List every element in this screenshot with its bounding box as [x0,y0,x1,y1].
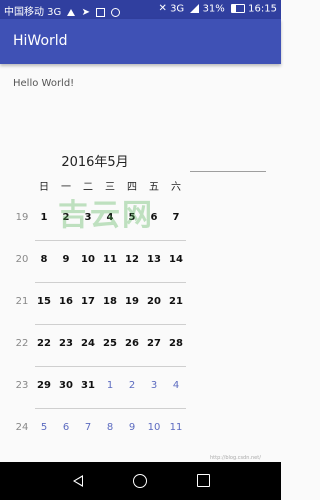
calendar-day[interactable]: 11 [100,254,120,265]
calendar-day[interactable]: 9 [56,254,76,265]
calendar-day[interactable]: 19 [122,296,142,307]
weekday-fri: 五 [149,182,159,193]
weekday-sun: 日 [39,182,49,193]
calendar-day[interactable]: 20 [144,296,164,307]
calendar-day[interactable]: 11 [166,422,186,433]
calendar-day[interactable]: 24 [78,338,98,349]
calendar-day[interactable]: 21 [166,296,186,307]
app-title: HiWorld [13,33,68,49]
calendar-month-title[interactable]: 2016年5月 [0,151,190,170]
calendar-day[interactable]: 10 [78,254,98,265]
battery-percent: 31% [202,3,225,15]
calendar-day[interactable]: 6 [144,212,164,223]
calendar-day[interactable]: 5 [34,422,54,433]
calendar-day[interactable]: 9 [122,422,142,433]
back-icon[interactable] [73,475,83,487]
app-bar: HiWorld [0,19,281,64]
calendar-day[interactable]: 22 [34,338,54,349]
calendar-week-row: 23 29 30 31 1 2 3 4 [0,366,200,408]
calendar-week-row: 19 1 2 3 4 5 6 7 [0,198,200,240]
navigation-bar [0,462,281,500]
status-left: 中国移动 3G ➤ [4,3,121,18]
sync-icon [111,7,121,17]
calendar-day[interactable]: 6 [56,422,76,433]
weekday-mon: 一 [61,182,71,193]
calendar-day[interactable]: 1 [100,380,120,391]
mute-icon: ✕ [158,3,167,14]
calendar-day[interactable]: 25 [100,338,120,349]
calendar-day[interactable]: 8 [100,422,120,433]
week-number: 20 [15,254,29,265]
calendar-week-row: 24 5 6 7 8 9 10 11 [0,408,200,450]
carrier-label: 中国移动 3G [4,7,62,18]
calendar-day[interactable]: 26 [122,338,142,349]
calendar-day[interactable]: 28 [166,338,186,349]
week-number: 23 [15,380,29,391]
calendar-day[interactable]: 31 [78,380,98,391]
calendar-day[interactable]: 30 [56,380,76,391]
calendar-day[interactable]: 14 [166,254,186,265]
watermark-url: http://blog.csdn.net/ [210,455,261,461]
calendar-day[interactable]: 12 [122,254,142,265]
month-underline [190,171,266,172]
calendar-day[interactable]: 1 [34,212,54,223]
status-right: ✕ 3G 31% 16:15 [155,3,277,15]
calendar-day[interactable]: 23 [56,338,76,349]
calendar-day[interactable]: 7 [166,212,186,223]
weekday-wed: 三 [105,182,115,193]
status-bar: 中国移动 3G ➤ ✕ 3G 31% 16:15 [0,0,281,19]
weekday-tue: 二 [83,182,93,193]
calendar-week-row: 22 22 23 24 25 26 27 28 [0,324,200,366]
calendar-day[interactable]: 16 [56,296,76,307]
calendar-day[interactable]: 3 [144,380,164,391]
calendar-week-row: 21 15 16 17 18 19 20 21 [0,282,200,324]
calendar-day[interactable]: 17 [78,296,98,307]
calendar-day[interactable]: 8 [34,254,54,265]
calendar-day[interactable]: 15 [34,296,54,307]
network-label: 3G [170,3,185,15]
calendar-day[interactable]: 27 [144,338,164,349]
home-icon[interactable] [133,474,147,488]
calendar-day[interactable]: 7 [78,422,98,433]
calendar-day[interactable]: 18 [100,296,120,307]
calendar-week-row: 20 8 9 10 11 12 13 14 [0,240,200,282]
signal-icon [67,8,76,16]
week-number: 19 [15,212,29,223]
calendar-day[interactable]: 3 [78,212,98,223]
recents-icon[interactable] [197,474,210,487]
battery-icon [230,4,245,13]
weekday-thu: 四 [127,182,137,193]
send-icon: ➤ [81,6,91,18]
calendar-day[interactable]: 2 [122,380,142,391]
calendar-day[interactable]: 10 [144,422,164,433]
calendar-day[interactable]: 29 [34,380,54,391]
calendar-day[interactable]: 4 [100,212,120,223]
calendar-day[interactable]: 4 [166,380,186,391]
cell-signal-icon [190,4,200,13]
clock: 16:15 [248,3,277,15]
calendar-day[interactable]: 5 [122,212,142,223]
notification-icon [96,7,106,17]
week-number: 24 [15,422,29,433]
weekday-header: 日 一 二 三 四 五 六 [0,178,190,193]
calendar-day[interactable]: 13 [144,254,164,265]
week-number: 21 [15,296,29,307]
week-number: 22 [15,338,29,349]
hello-text: Hello World! [13,78,75,89]
calendar-day[interactable]: 2 [56,212,76,223]
weekday-sat: 六 [171,182,181,193]
